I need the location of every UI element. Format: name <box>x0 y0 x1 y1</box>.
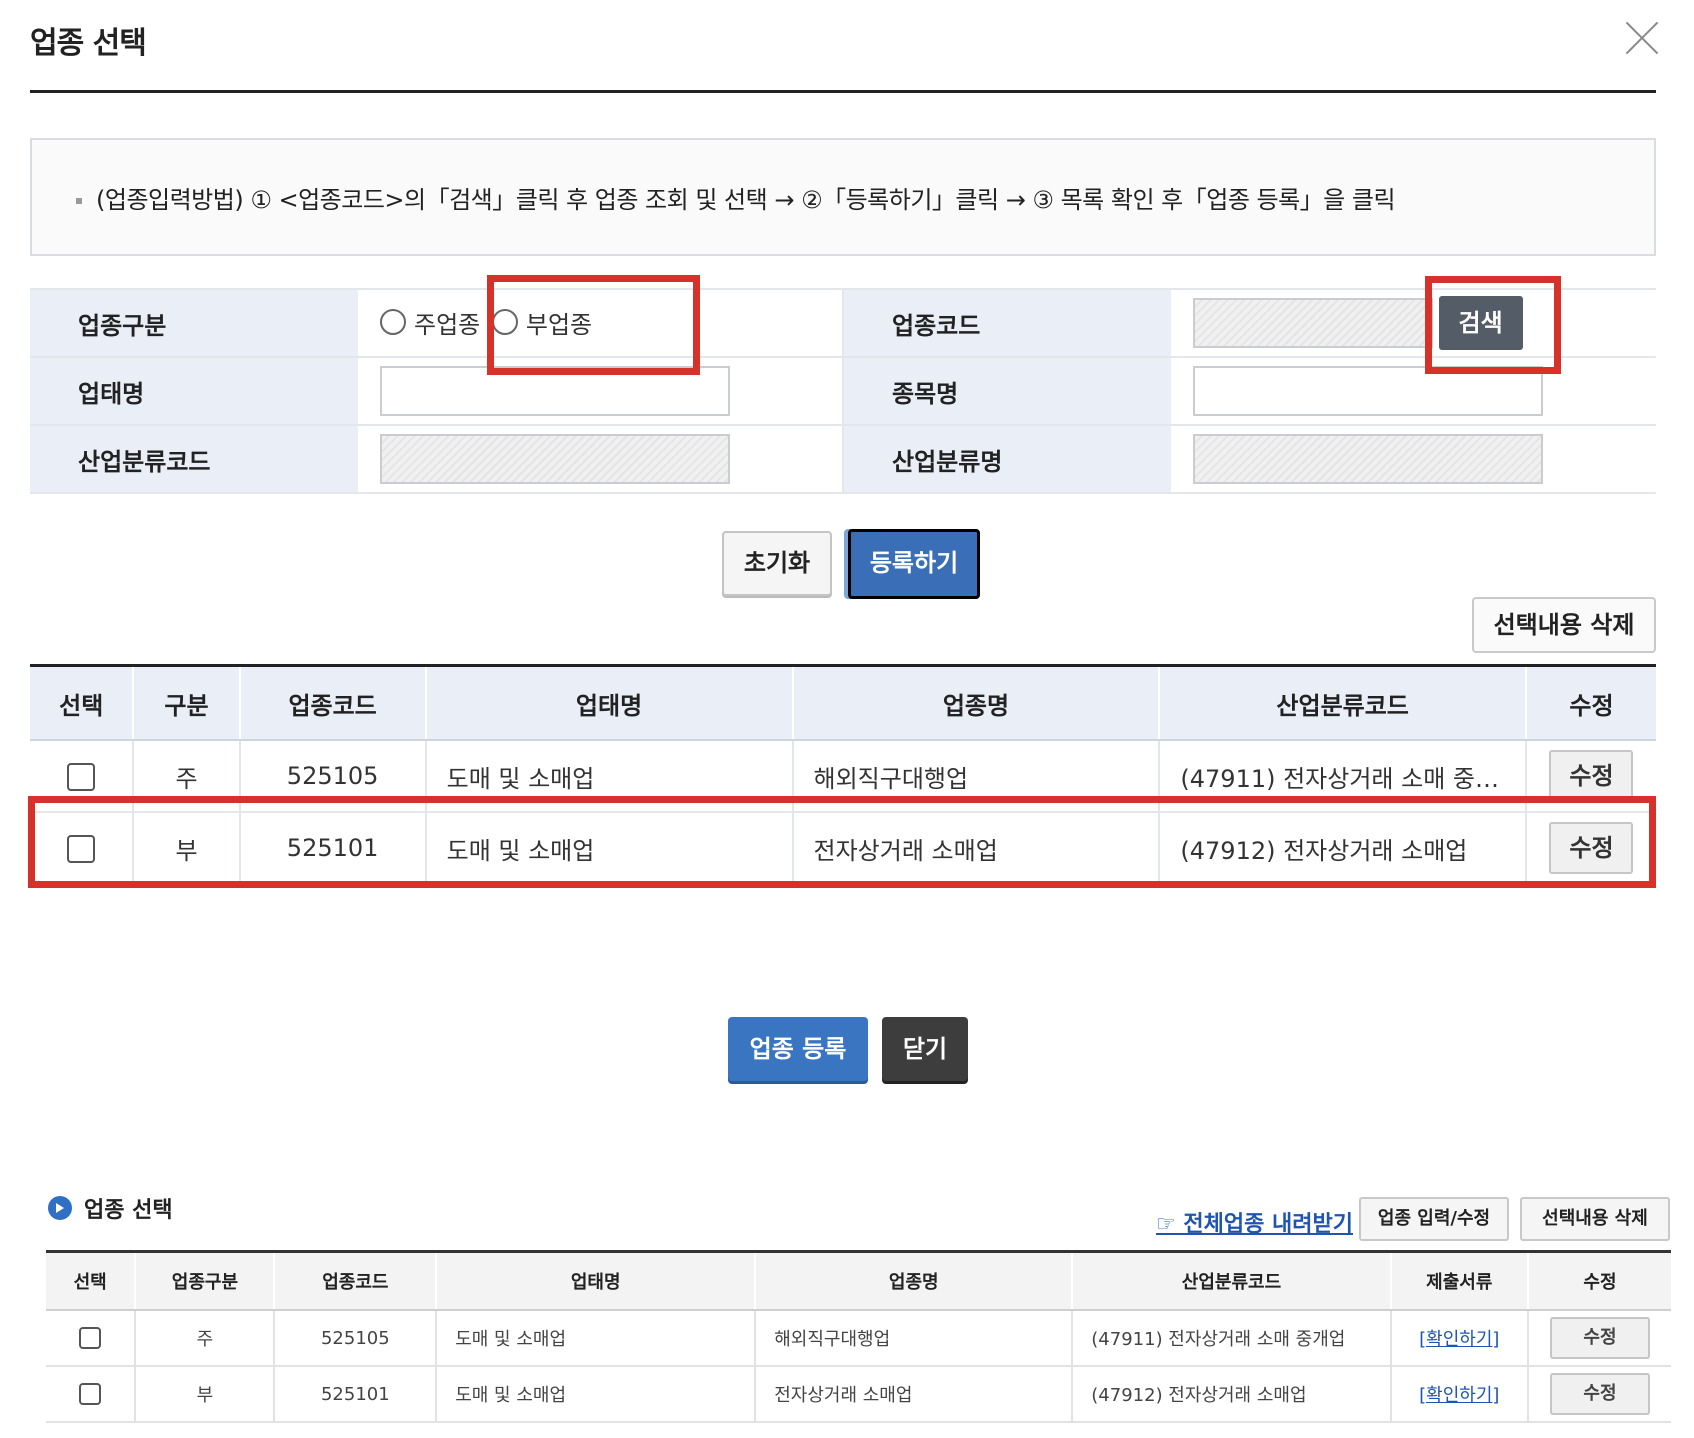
row-industry: (47911) 전자상거래 소매 중개업 <box>1071 1310 1391 1367</box>
table-row: 주 525105 도매 및 소매업 해외직구대행업 (47911) 전자상거래 … <box>46 1310 1671 1367</box>
highlight-sub-row <box>28 796 1656 888</box>
edit-button[interactable]: 수정 <box>1549 750 1634 802</box>
register-button[interactable]: 등록하기 <box>848 529 980 599</box>
industry-code-field[interactable] <box>380 434 730 484</box>
col-type: 업종구분 <box>134 1250 275 1311</box>
col-code: 업종코드 <box>238 664 426 741</box>
input-form: 업종구분 주업종 부업종 업종코드 검색 업태명 종목명 산업분류코드 산업분류… <box>30 288 1656 494</box>
edit-button[interactable]: 수정 <box>1549 1373 1650 1415</box>
radio-main-label: 주업종 <box>414 310 481 339</box>
biz-type-label: 업종구분 <box>30 288 358 358</box>
table-row: 부 525101 도매 및 소매업 전자상거래 소매업 (47912) 전자상거… <box>46 1366 1671 1423</box>
industry-code-label: 산업분류코드 <box>30 424 358 494</box>
edit-button[interactable]: 수정 <box>1549 1317 1650 1359</box>
input-edit-button[interactable]: 업종 입력/수정 <box>1359 1197 1509 1241</box>
col-edit: 수정 <box>1524 664 1656 741</box>
biz-state-label: 업태명 <box>30 356 358 426</box>
row-state: 도매 및 소매업 <box>435 1366 756 1423</box>
delete-selected-button[interactable]: 선택내용 삭제 <box>1472 597 1656 653</box>
arrow-circle-icon <box>48 1196 72 1220</box>
title-divider <box>30 90 1656 93</box>
col-type: 구분 <box>132 664 240 741</box>
industry-name-label: 산업분류명 <box>842 424 1171 494</box>
col-edit: 수정 <box>1526 1250 1671 1311</box>
col-select: 선택 <box>30 664 134 741</box>
col-code: 업종코드 <box>273 1250 437 1311</box>
col-select: 선택 <box>46 1250 136 1311</box>
row-checkbox[interactable] <box>67 762 96 791</box>
docs-link[interactable]: [확인하기] <box>1419 1329 1499 1350</box>
col-name: 업종명 <box>791 664 1160 741</box>
biz-code-label: 업종코드 <box>842 288 1171 358</box>
col-docs: 제출서류 <box>1389 1250 1528 1311</box>
col-name: 업종명 <box>754 1250 1073 1311</box>
col-state: 업태명 <box>435 1250 756 1311</box>
biz-code-cell: 검색 <box>1171 288 1656 358</box>
radio-main-business[interactable]: 주업종 <box>380 305 480 340</box>
guide-box: (업종입력방법) ① <업종코드>의「검색」클릭 후 업종 조회 및 선택 → … <box>30 138 1656 256</box>
industry-name-field[interactable] <box>1193 434 1543 484</box>
delete-selected-button-2[interactable]: 선택내용 삭제 <box>1520 1197 1670 1241</box>
guide-text: (업종입력방법) ① <업종코드>의「검색」클릭 후 업종 조회 및 선택 → … <box>96 186 1396 214</box>
bullet-icon <box>76 198 82 204</box>
row-state: 도매 및 소매업 <box>435 1310 756 1367</box>
dialog-title: 업종 선택 <box>30 26 147 61</box>
docs-link[interactable]: [확인하기] <box>1419 1385 1499 1406</box>
section-title: 업종 선택 <box>48 1192 173 1224</box>
radio-circle-icon[interactable] <box>380 309 406 336</box>
row-code: 525105 <box>273 1310 437 1367</box>
row-checkbox[interactable] <box>79 1327 102 1349</box>
business-list-2: 선택 업종구분 업종코드 업태명 업종명 산업분류코드 제출서류 수정 주 52… <box>46 1250 1671 1423</box>
row-code: 525101 <box>273 1366 437 1423</box>
row-industry: (47912) 전자상거래 소매업 <box>1071 1366 1391 1423</box>
row-name: 전자상거래 소매업 <box>754 1366 1073 1423</box>
close-button[interactable]: 닫기 <box>882 1017 968 1081</box>
row-name: 해외직구대행업 <box>754 1310 1073 1367</box>
section-title-text: 업종 선택 <box>84 1198 173 1223</box>
close-icon[interactable] <box>1622 18 1662 58</box>
highlight-sub-business <box>487 275 700 375</box>
col-industry: 산업분류코드 <box>1158 664 1526 741</box>
item-label: 종목명 <box>842 356 1171 426</box>
row-type: 부 <box>134 1366 275 1423</box>
col-state: 업태명 <box>424 664 793 741</box>
col-industry: 산업분류코드 <box>1071 1250 1391 1311</box>
biz-code-field[interactable] <box>1193 298 1433 348</box>
reset-button[interactable]: 초기화 <box>722 531 832 596</box>
highlight-search-button <box>1425 276 1561 374</box>
row-type: 주 <box>134 1310 275 1367</box>
row-checkbox[interactable] <box>79 1383 102 1405</box>
download-all-link[interactable]: ☞ 전체업종 내려받기 <box>1156 1206 1353 1238</box>
biz-register-button[interactable]: 업종 등록 <box>728 1017 868 1081</box>
